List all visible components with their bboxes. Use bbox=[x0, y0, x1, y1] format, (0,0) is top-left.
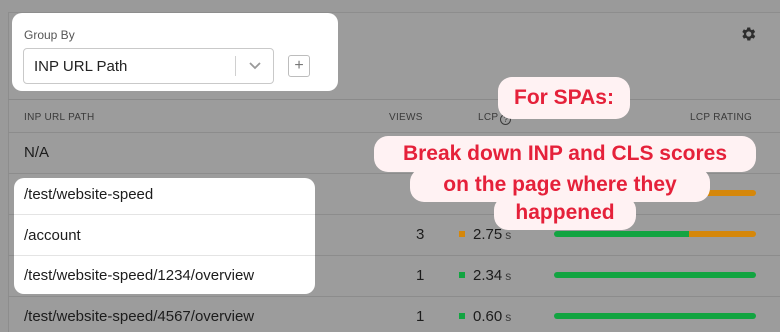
lcp-rating-good-segment bbox=[554, 313, 756, 319]
lcp-value: 0.60 bbox=[473, 308, 503, 325]
chevron-down-icon-svg bbox=[249, 62, 261, 70]
lcp-value: 2.75 bbox=[473, 226, 503, 243]
row-path[interactable]: /test/website-speed/1234/overview bbox=[24, 267, 254, 284]
gear-icon[interactable] bbox=[738, 25, 758, 45]
callout-title: For SPAs: bbox=[498, 77, 630, 119]
lcp-status-dot bbox=[459, 313, 465, 319]
callout-line-3: happened bbox=[494, 196, 636, 230]
lcp-rating-needs-improvement-segment bbox=[689, 231, 756, 237]
group-by-select[interactable]: INP URL Path bbox=[23, 48, 274, 84]
lcp-unit: s bbox=[505, 269, 512, 283]
highlighted-paths-panel: /test/website-speed /account /test/websi… bbox=[14, 178, 315, 294]
row-views: 1 bbox=[416, 267, 425, 284]
row-lcp: 0.60 s bbox=[459, 308, 511, 325]
row-views: 1 bbox=[416, 308, 425, 325]
page-overlay: INP URL PATH VIEWS LCP? LCP RATING N/A 4… bbox=[0, 0, 780, 332]
lcp-value: 2.34 bbox=[473, 267, 503, 284]
lcp-rating-bar bbox=[554, 313, 756, 319]
row-path[interactable]: /test/website-speed/4567/overview bbox=[24, 308, 254, 325]
column-header-lcp-rating[interactable]: LCP RATING bbox=[690, 112, 752, 123]
lcp-rating-bar bbox=[554, 231, 756, 237]
column-header-path[interactable]: INP URL PATH bbox=[24, 112, 94, 123]
lcp-status-dot bbox=[459, 272, 465, 278]
row-divider bbox=[8, 132, 780, 133]
row-views: 3 bbox=[416, 226, 425, 243]
row-path-na[interactable]: N/A bbox=[24, 144, 49, 161]
lcp-status-dot bbox=[459, 231, 465, 237]
row-divider bbox=[14, 255, 315, 256]
group-by-selected-value: INP URL Path bbox=[34, 58, 128, 75]
column-header-views[interactable]: VIEWS bbox=[389, 112, 423, 123]
group-by-label: Group By bbox=[24, 28, 75, 42]
row-lcp: 2.34 s bbox=[459, 267, 511, 284]
header-divider bbox=[8, 99, 780, 100]
row-path[interactable]: /account bbox=[24, 227, 81, 244]
chevron-down-icon[interactable] bbox=[240, 54, 270, 78]
gear-icon-svg bbox=[742, 27, 756, 41]
callout-line-1: Break down INP and CLS scores bbox=[374, 136, 756, 172]
lcp-unit: s bbox=[505, 228, 512, 242]
select-separator bbox=[235, 56, 236, 76]
lcp-rating-good-segment bbox=[554, 231, 690, 237]
lcp-rating-bar bbox=[554, 272, 756, 278]
row-path[interactable]: /test/website-speed bbox=[24, 186, 153, 203]
column-header-lcp-label: LCP bbox=[478, 112, 499, 123]
add-group-button[interactable]: + bbox=[288, 55, 310, 77]
group-by-panel: Group By INP URL Path + bbox=[12, 13, 338, 91]
row-divider bbox=[8, 296, 780, 297]
lcp-unit: s bbox=[505, 310, 512, 324]
lcp-rating-good-segment bbox=[554, 272, 756, 278]
row-divider bbox=[14, 214, 315, 215]
